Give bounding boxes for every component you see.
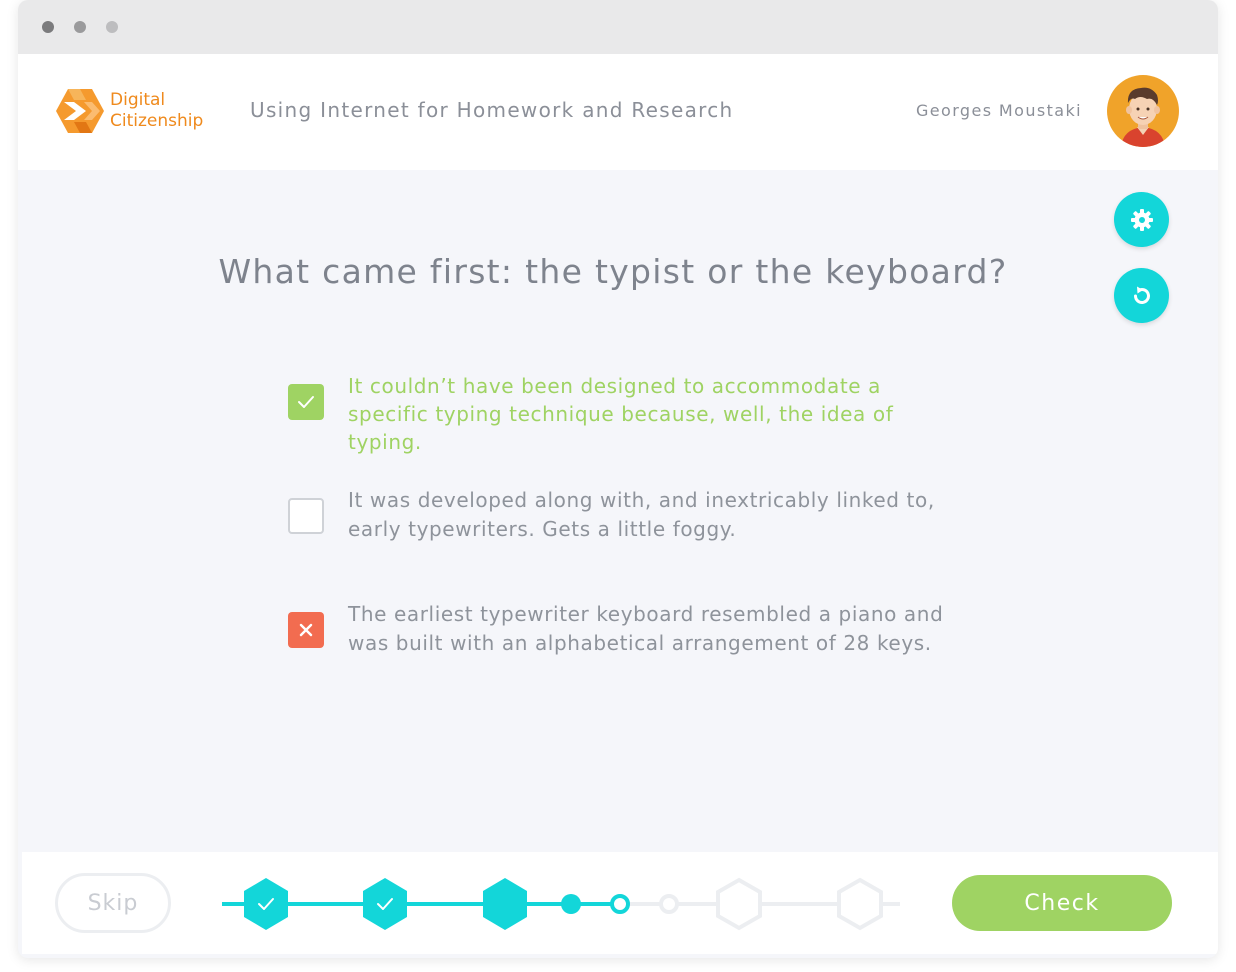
progress-step-2[interactable] xyxy=(363,878,407,930)
gear-icon xyxy=(1130,208,1153,231)
answer-text: It couldn’t have been designed to accomm… xyxy=(348,374,894,454)
close-dot[interactable] xyxy=(42,21,54,33)
brand-name: Digital Citizenship xyxy=(110,90,240,132)
course-title: Using Internet for Homework and Research xyxy=(250,98,734,122)
progress-step-1[interactable] xyxy=(244,878,288,930)
quiz-footer: Skip Check xyxy=(22,852,1218,954)
answer-text: The earliest typewriter keyboard resembl… xyxy=(348,602,944,655)
answer-checkbox-incorrect[interactable] xyxy=(288,612,324,648)
app-header: Digital Citizenship Using Internet for H… xyxy=(18,54,1218,170)
progress-step-4[interactable] xyxy=(716,877,762,931)
avatar-person-icon xyxy=(1121,87,1165,147)
brand-line-1: Digital xyxy=(110,90,166,110)
question-text: What came first: the typist or the keybo… xyxy=(218,252,1008,291)
app-window: Digital Citizenship Using Internet for H… xyxy=(18,0,1218,958)
minimize-dot[interactable] xyxy=(74,21,86,33)
close-icon xyxy=(299,623,313,637)
progress-substep-current[interactable] xyxy=(610,894,630,914)
progress-step-5[interactable] xyxy=(837,877,883,931)
progress-step-3[interactable] xyxy=(483,878,527,930)
digital-citizenship-logo-icon xyxy=(56,89,104,133)
progress-substep-done[interactable] xyxy=(561,894,581,914)
answer-checkbox-correct[interactable] xyxy=(288,384,324,420)
maximize-dot[interactable] xyxy=(106,21,118,33)
window-titlebar xyxy=(18,0,1218,54)
settings-button[interactable] xyxy=(1114,192,1169,247)
answer-checkbox[interactable] xyxy=(288,498,324,534)
progress-substep-todo[interactable] xyxy=(659,894,679,914)
user-name: Georges Moustaki xyxy=(915,101,1082,120)
check-button[interactable]: Check xyxy=(952,875,1172,931)
brand-line-2: Citizenship xyxy=(110,111,204,131)
user-avatar[interactable] xyxy=(1107,75,1179,147)
answer-text: It was developed along with, and inextri… xyxy=(348,488,935,541)
check-icon xyxy=(298,396,314,408)
